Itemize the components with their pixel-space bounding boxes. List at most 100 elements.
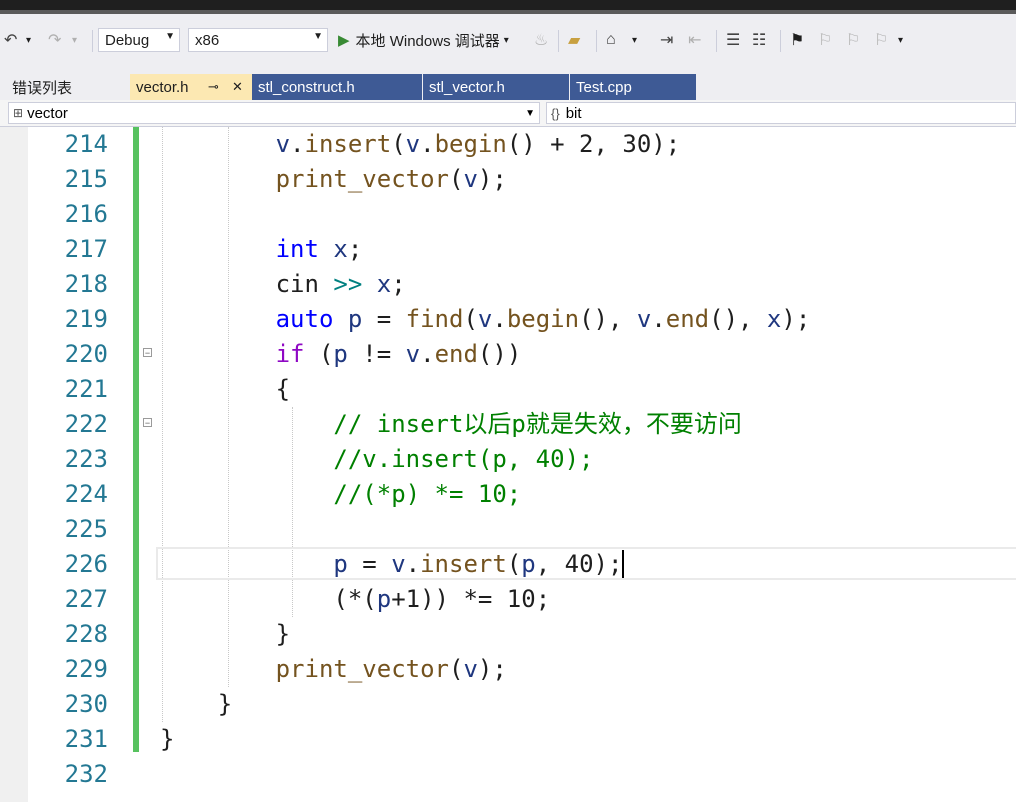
chevron-down-icon[interactable]: ▾ bbox=[632, 26, 637, 54]
code-text: v.insert(v.begin() + 2, 30); bbox=[275, 130, 681, 158]
member-value: bit bbox=[565, 104, 582, 122]
code-line: 221 { bbox=[0, 372, 1016, 407]
code-line: 222 // insert以后p就是失效，不要访问 bbox=[0, 407, 1016, 442]
code-text: } bbox=[160, 725, 175, 753]
tab-stl-vector-h[interactable]: stl_vector.h bbox=[423, 74, 569, 100]
scope-value: vector bbox=[27, 104, 68, 122]
code-text: print_vector(v); bbox=[275, 165, 507, 193]
navigation-bar: ⊞ vector ▼ {} bit bbox=[0, 100, 1016, 127]
redo-icon[interactable]: ↷ bbox=[48, 26, 61, 54]
chevron-down-icon: ▼ bbox=[313, 31, 323, 42]
tab-vector-h[interactable]: vector.h ⊸ ✕ bbox=[130, 74, 252, 100]
main-toolbar: ↶ ▾ ↷ ▾ Debug ▼ x86 ▼ ▶ 本地 Windows 调试器 ▾… bbox=[0, 14, 1016, 68]
configuration-value: Debug bbox=[105, 31, 150, 49]
line-number: 229 bbox=[64, 655, 108, 683]
clear-bookmarks-icon[interactable]: ⚐ bbox=[874, 26, 888, 54]
start-debugging-button[interactable]: ▶ 本地 Windows 调试器 ▾ bbox=[338, 26, 509, 54]
code-text: if (p != v.end()) bbox=[275, 340, 522, 368]
prev-bookmark-icon[interactable]: ⚐ bbox=[818, 26, 832, 54]
code-line: 215 print_vector(v); bbox=[0, 162, 1016, 197]
comment-icon[interactable]: ☰ bbox=[726, 26, 740, 54]
code-text: //v.insert(p, 40); bbox=[160, 445, 594, 473]
code-text: // insert以后p就是失效，不要访问 bbox=[160, 410, 742, 438]
code-line: 224 //(*p) *= 10; bbox=[0, 477, 1016, 512]
uncomment-icon[interactable]: ☷ bbox=[752, 26, 766, 54]
tab-stl-construct-h[interactable]: stl_construct.h bbox=[252, 74, 422, 100]
member-dropdown[interactable]: {} bit bbox=[546, 102, 1016, 124]
code-line: 232 bbox=[0, 757, 1016, 792]
line-number: 215 bbox=[64, 165, 108, 193]
line-number: 214 bbox=[64, 130, 108, 158]
code-line: 225 bbox=[0, 512, 1016, 547]
line-number: 226 bbox=[64, 550, 108, 578]
close-icon[interactable]: ✕ bbox=[232, 79, 243, 95]
code-line: 218 cin >> x; bbox=[0, 267, 1016, 302]
bookmark-icon[interactable]: ⚑ bbox=[790, 26, 804, 54]
indent-icon[interactable]: ⇥ bbox=[660, 26, 673, 54]
line-number: 218 bbox=[64, 270, 108, 298]
code-text: (*(p+1)) *= 10; bbox=[160, 585, 551, 613]
code-text: p = v.insert(p, 40); bbox=[333, 550, 625, 578]
code-text: //(*p) *= 10; bbox=[160, 480, 522, 508]
tab-test-cpp[interactable]: Test.cpp bbox=[570, 74, 696, 100]
pin-icon[interactable]: ⊸ bbox=[208, 79, 219, 95]
document-tabs: 错误列表 vector.h ⊸ ✕ stl_construct.h stl_ve… bbox=[0, 68, 1016, 100]
line-number: 231 bbox=[64, 725, 108, 753]
code-line: 227 (*(p+1)) *= 10; bbox=[0, 582, 1016, 617]
code-line: 228 } bbox=[0, 617, 1016, 652]
code-text: int x; bbox=[275, 235, 363, 263]
hot-reload-icon[interactable]: ♨ bbox=[534, 26, 548, 54]
line-number: 227 bbox=[64, 585, 108, 613]
chevron-down-icon: ▼ bbox=[525, 107, 535, 119]
toolbar-overflow-icon[interactable]: ▾ bbox=[898, 26, 903, 54]
code-editor[interactable]: − − 214 v.insert(v.begin() + 2, 30); 215… bbox=[0, 127, 1016, 802]
code-line: 226 p = v.insert(p, 40); bbox=[0, 547, 1016, 582]
line-number: 217 bbox=[64, 235, 108, 263]
code-line: 231 } bbox=[0, 722, 1016, 757]
code-text: } bbox=[160, 620, 291, 648]
code-line: 220 if (p != v.end()) bbox=[0, 337, 1016, 372]
line-number: 225 bbox=[64, 515, 108, 543]
code-line: 216 bbox=[0, 197, 1016, 232]
tab-label: stl_construct.h bbox=[258, 78, 355, 96]
tab-label: Test.cpp bbox=[576, 78, 632, 96]
next-bookmark-icon[interactable]: ⚐ bbox=[846, 26, 860, 54]
code-text: print_vector(v); bbox=[275, 655, 507, 683]
line-number: 224 bbox=[64, 480, 108, 508]
code-line: 223 //v.insert(p, 40); bbox=[0, 442, 1016, 477]
line-number: 219 bbox=[64, 305, 108, 333]
play-icon: ▶ bbox=[338, 32, 350, 49]
code-text: } bbox=[160, 690, 233, 718]
line-number: 222 bbox=[64, 410, 108, 438]
code-line: 229 print_vector(v); bbox=[0, 652, 1016, 687]
undo-icon[interactable]: ↶ bbox=[4, 26, 17, 54]
home-icon[interactable]: ⌂ bbox=[606, 26, 616, 54]
outdent-icon[interactable]: ⇤ bbox=[688, 26, 701, 54]
line-number: 220 bbox=[64, 340, 108, 368]
platform-dropdown[interactable]: x86 ▼ bbox=[188, 28, 328, 52]
chevron-down-icon: ▼ bbox=[165, 31, 175, 42]
tab-error-list[interactable]: 错误列表 bbox=[6, 74, 130, 100]
chevron-down-icon: ▾ bbox=[503, 34, 509, 46]
code-line: 214 v.insert(v.begin() + 2, 30); bbox=[0, 127, 1016, 162]
line-number: 216 bbox=[64, 200, 108, 228]
code-line: 219 auto p = find(v.begin(), v.end(), x)… bbox=[0, 302, 1016, 337]
configuration-dropdown[interactable]: Debug ▼ bbox=[98, 28, 180, 52]
scope-dropdown[interactable]: ⊞ vector ▼ bbox=[8, 102, 540, 124]
platform-value: x86 bbox=[195, 31, 220, 49]
tab-label: vector.h bbox=[136, 78, 189, 96]
tab-label: stl_vector.h bbox=[429, 78, 505, 96]
line-number: 228 bbox=[64, 620, 108, 648]
braces-icon: {} bbox=[551, 105, 560, 121]
line-number: 223 bbox=[64, 445, 108, 473]
redo-dropdown-icon[interactable]: ▾ bbox=[72, 26, 77, 54]
code-line: 217 int x; bbox=[0, 232, 1016, 267]
code-line: 230 } bbox=[0, 687, 1016, 722]
line-number: 230 bbox=[64, 690, 108, 718]
code-text: auto p = find(v.begin(), v.end(), x); bbox=[275, 305, 811, 333]
window-top-band bbox=[0, 0, 1016, 14]
start-debugging-label: 本地 Windows 调试器 bbox=[355, 32, 500, 50]
undo-dropdown-icon[interactable]: ▾ bbox=[26, 26, 31, 54]
folder-icon[interactable]: ▰ bbox=[568, 26, 580, 54]
code-text: { bbox=[160, 375, 291, 403]
